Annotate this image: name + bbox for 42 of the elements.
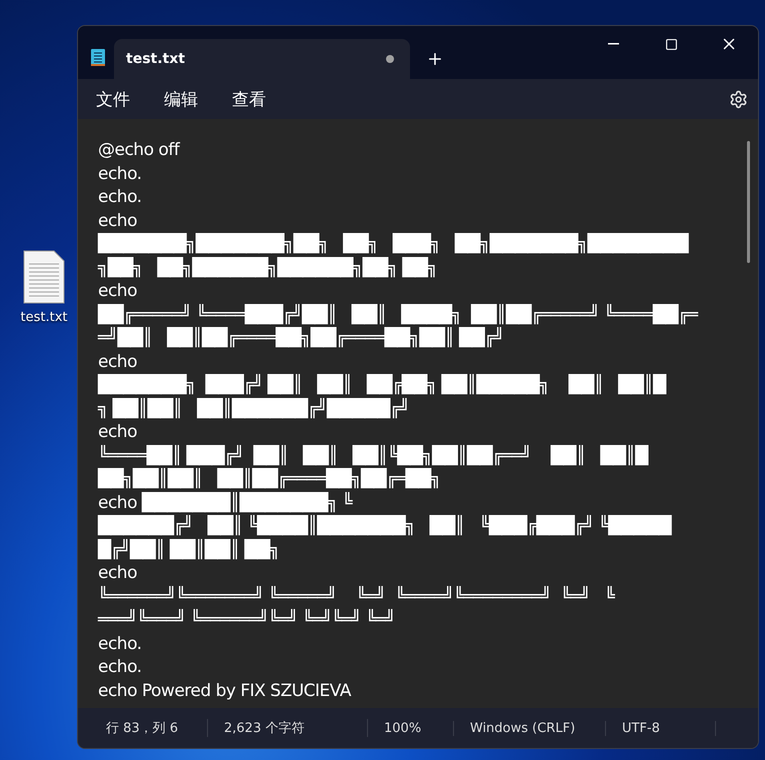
text-line: ██████╔╝ ██║ ╚████║███████╗ ██║ ╚███╔███╔╝ ╚█████ [98,515,673,538]
text-line: echo [98,210,138,232]
file-tab[interactable]: test.txt [114,39,410,79]
status-item: 2,623 个字符 [208,719,368,737]
notepad-icon [90,46,106,66]
status-item: 行 83，列 6 [90,719,208,737]
file-name: test.txt [20,310,68,325]
text-line: ██╗██║██║ ██║██╔════██╗██╔═██╗ [98,468,442,491]
settings-icon [729,90,748,108]
text-line: echo [98,421,138,444]
text-line: echo. [98,656,143,679]
text-line: @echo off [98,139,181,162]
text-line: ╚════██║ ███╔╝ ██║ ██║ ██║╚██╗██║██╔══╝ ██║ ██║█ [98,444,650,468]
menu-item[interactable]: 编辑 [152,84,210,114]
text-line: echo ███████║███████╗ ╚ [98,492,354,514]
scrollbar-thumb[interactable] [747,141,750,263]
status-item: 100% [368,720,454,736]
text-file-icon[interactable] [23,250,65,304]
text-line: ╗██╗ ██╗██████╗██████╗██╗ ██╗ [98,256,438,280]
status-item: UTF-8 [606,720,716,736]
text-line: ═╝██║ ██║██╔════██╗██╔════██╗██║ ██╔╝ [98,327,505,350]
plus-icon [426,50,444,68]
text-line: echo [98,280,138,303]
text-line: ███████╗███████╗██╗ ██╗ ███╗ ██╗███████╗████████ [98,233,690,256]
minimize-icon [608,43,618,45]
menu-item[interactable]: 查看 [220,84,278,114]
text-line: █╔╝██║ ██║██║ ██╗ [98,538,280,562]
text-line: echo [98,350,138,374]
text-line: ═══╝╚═══╝ ╚══════╝╚═╝ ╚═╝╚═╝ ╚═╝ [98,609,396,632]
text-line: echo. [98,186,143,209]
text-line: ███████╗ ███╔╝ ██║ ██║ ██╔██╗ ██║█████╗ ██║ ██║█ [98,374,668,397]
menu-item[interactable]: 文件 [84,84,142,114]
text-line: echo. [98,162,143,186]
text-line: echo. [98,632,143,656]
tab-title: test.txt [126,51,185,67]
text-line: ╗ ██║██║ ██║██████╔╝█████╔╝ [98,398,410,420]
text-line: ██╔═════╝ ╚════███╔╝██║ ██║ ████╗ ██║██╔═════╝ ╚════██╔═ [98,304,700,326]
text-line: ╚══════╝╚═══════╝ ╚═════╝ ╚═╝ ╚════╝╚════════╝ ╚═╝ ╚ [98,586,616,608]
text-line: echo Powered by FIX SZUCIEVA [98,680,352,702]
status-item: Windows (CRLF) [454,720,606,736]
maximize-icon [664,38,678,50]
text-line: echo [98,562,138,585]
